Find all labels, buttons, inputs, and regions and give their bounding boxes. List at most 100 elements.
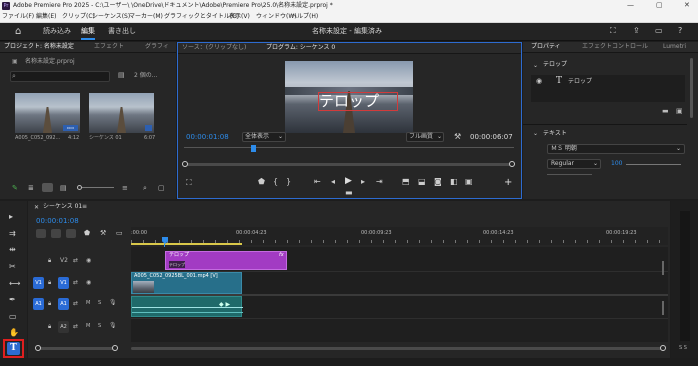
tracking-slider[interactable] bbox=[547, 174, 592, 175]
new-item-icon[interactable]: ▢ bbox=[158, 185, 165, 192]
properties-scrollbar[interactable] bbox=[690, 58, 693, 118]
close-icon[interactable]: ✕ bbox=[34, 205, 39, 211]
monitor-scrollbar[interactable] bbox=[184, 163, 514, 166]
layer-name[interactable]: テロップ bbox=[568, 79, 592, 85]
zoom-slider-handle[interactable] bbox=[77, 185, 82, 190]
find-icon[interactable]: ⌕ bbox=[143, 185, 147, 192]
menu-sequence[interactable]: シーケンス(S) bbox=[92, 14, 130, 20]
sync-lock-icon[interactable]: ⇄ bbox=[73, 324, 78, 330]
menu-view[interactable]: 表示(V) bbox=[229, 14, 250, 20]
settings-wrench-icon[interactable]: ⚒ bbox=[454, 133, 461, 141]
font-size-slider[interactable] bbox=[626, 164, 681, 165]
program-video-frame[interactable]: テロップ bbox=[285, 61, 413, 133]
audio-clip[interactable]: ◆ ▶ bbox=[131, 296, 243, 317]
eye-icon[interactable]: ◉ bbox=[536, 78, 542, 85]
tab-graphics[interactable]: グラフィ bbox=[145, 44, 169, 50]
scroll-handle-left[interactable] bbox=[35, 345, 41, 351]
pencil-icon[interactable]: ✎ bbox=[12, 185, 18, 192]
hand-tool-icon[interactable]: ✋ bbox=[9, 329, 19, 337]
type-tool-icon[interactable]: T bbox=[7, 342, 20, 355]
sequence-tab[interactable]: シーケンス 01 bbox=[43, 204, 82, 210]
lock-icon[interactable]: 🔒︎ bbox=[48, 258, 51, 264]
monitor-ruler[interactable] bbox=[184, 147, 514, 148]
search-input[interactable] bbox=[10, 71, 110, 82]
mute-button[interactable]: M bbox=[86, 301, 90, 306]
menu-icon[interactable]: ≡ bbox=[82, 204, 87, 210]
sync-lock-icon[interactable]: ⇄ bbox=[73, 301, 78, 307]
solo-button[interactable]: S bbox=[98, 301, 101, 306]
safe-margins-icon[interactable]: ⛶ bbox=[186, 179, 192, 187]
playhead-timecode[interactable]: 00:00:01:08 bbox=[186, 134, 229, 141]
zoom-slider[interactable] bbox=[78, 187, 114, 188]
loop-icon[interactable]: ▬ bbox=[345, 189, 353, 197]
scroll-handle-right[interactable] bbox=[112, 345, 118, 351]
tab-project[interactable]: プロジェクト: 名称未設定 bbox=[4, 44, 74, 50]
lock-icon[interactable]: 🔒︎ bbox=[48, 324, 51, 330]
graphic-clip[interactable]: テロップ fx テロップ bbox=[165, 251, 287, 270]
vertical-zoom-scrollbar[interactable] bbox=[36, 347, 116, 350]
fullscreen-icon[interactable]: ⛶ bbox=[610, 27, 616, 35]
eye-icon[interactable]: ◉ bbox=[86, 258, 91, 264]
add-button-icon[interactable]: + bbox=[504, 178, 512, 188]
scroll-handle-right[interactable] bbox=[660, 345, 666, 351]
captions-icon[interactable]: ▭ bbox=[116, 230, 123, 237]
step-back-icon[interactable]: ◂ bbox=[331, 178, 335, 186]
microphone-icon[interactable]: 🎙︎ bbox=[109, 300, 117, 306]
timeline-scrollbar[interactable] bbox=[131, 347, 665, 350]
vertical-scrollbar-audio[interactable] bbox=[662, 301, 664, 315]
solo-button[interactable]: S bbox=[98, 324, 101, 329]
selection-tool-icon[interactable]: ▸ bbox=[9, 213, 13, 221]
sync-lock-icon[interactable]: ⇄ bbox=[73, 258, 78, 264]
list-view-icon[interactable]: ≣ bbox=[28, 185, 34, 192]
home-icon[interactable]: ⌂ bbox=[15, 27, 21, 37]
step-forward-icon[interactable]: ▸ bbox=[361, 178, 365, 186]
pen-tool-icon[interactable]: ✒ bbox=[9, 296, 16, 304]
share-icon[interactable]: ⇪ bbox=[633, 27, 640, 35]
monitor-playhead[interactable] bbox=[251, 145, 256, 152]
tab-program[interactable]: プログラム: シーケンス 0 bbox=[266, 45, 335, 51]
menu-clip[interactable]: クリップ(C) bbox=[62, 14, 95, 20]
folder-icon[interactable]: ▬ bbox=[662, 108, 669, 115]
tab-effect-controls[interactable]: エフェクトコントロール bbox=[582, 44, 648, 50]
work-area-bar[interactable] bbox=[131, 243, 242, 245]
source-patch-a1[interactable]: A1 bbox=[33, 298, 44, 310]
vertical-scrollbar-video[interactable] bbox=[662, 261, 664, 275]
comparison-icon[interactable]: ◧ bbox=[450, 178, 458, 186]
close-button[interactable]: ✕ bbox=[684, 2, 690, 9]
chevron-down-icon[interactable]: ⌄ bbox=[533, 131, 538, 137]
chevron-down-icon[interactable]: ⌄ bbox=[533, 63, 538, 69]
tab-properties[interactable]: プロパティ bbox=[531, 44, 561, 50]
go-to-out-icon[interactable]: ⇥ bbox=[376, 178, 383, 186]
play-icon[interactable]: ▶ bbox=[345, 177, 352, 186]
tab-edit[interactable]: 編集 bbox=[81, 28, 95, 35]
slip-tool-icon[interactable]: ⟷ bbox=[9, 280, 20, 288]
lift-icon[interactable]: ⬒ bbox=[402, 178, 410, 186]
timeline-settings-icon[interactable]: ⚒ bbox=[100, 230, 106, 237]
add-marker-icon[interactable]: ⬟ bbox=[84, 230, 90, 237]
audio-keyframe-icon[interactable]: ◆ ▶ bbox=[219, 302, 230, 308]
vr-icon[interactable]: ▣ bbox=[465, 178, 473, 186]
tab-import[interactable]: 読み込み bbox=[43, 28, 71, 35]
icon-view-button[interactable] bbox=[42, 183, 53, 192]
panels-icon[interactable]: ▭ bbox=[655, 27, 663, 35]
mute-button[interactable]: M bbox=[86, 324, 90, 329]
marker-icon[interactable]: ⬟ bbox=[258, 178, 265, 186]
font-size-value[interactable]: 100 bbox=[611, 161, 622, 167]
razor-tool-icon[interactable]: ✂ bbox=[9, 263, 16, 271]
clip-thumbnail-1[interactable]: ▭▭ bbox=[15, 93, 80, 133]
mark-in-icon[interactable]: { bbox=[273, 178, 278, 186]
sort-icon[interactable]: ≡ bbox=[122, 185, 128, 192]
eye-icon[interactable]: ◉ bbox=[86, 280, 91, 286]
freeform-view-icon[interactable]: ▤ bbox=[60, 185, 67, 192]
minimize-button[interactable]: — bbox=[627, 2, 634, 9]
maximize-button[interactable]: ▢ bbox=[656, 2, 663, 9]
menu-graphics[interactable]: グラフィックとタイトル(G) bbox=[164, 14, 239, 20]
help-icon[interactable]: ? bbox=[678, 27, 682, 35]
tab-export[interactable]: 書き出し bbox=[108, 28, 136, 35]
new-bin-icon[interactable]: ▤ bbox=[118, 72, 125, 79]
tab-lumetri[interactable]: Lumetri bbox=[663, 44, 686, 50]
export-frame-icon[interactable]: ◙ bbox=[434, 178, 442, 186]
track-target-a1[interactable]: A1 bbox=[58, 298, 69, 310]
scroll-handle-left[interactable] bbox=[182, 161, 188, 167]
lock-icon[interactable]: 🔒︎ bbox=[48, 301, 51, 307]
